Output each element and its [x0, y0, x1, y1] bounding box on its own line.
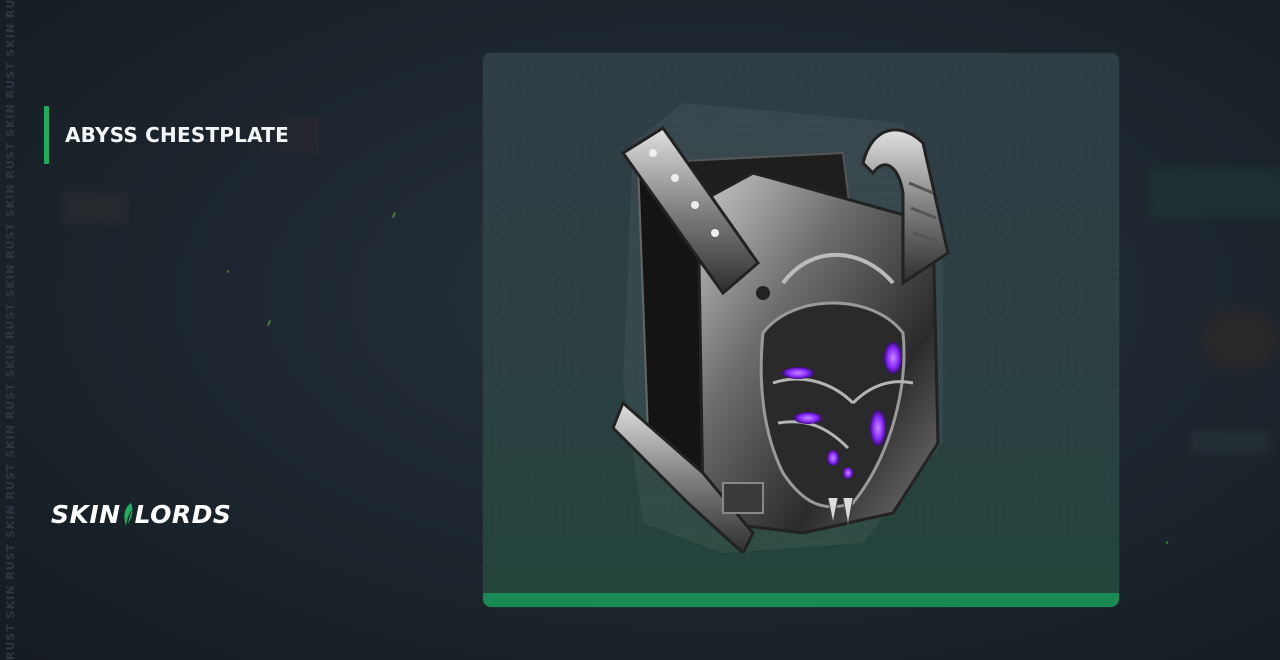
background-blur — [1200, 310, 1280, 370]
background-blur — [1148, 168, 1280, 218]
decor-speck — [266, 319, 272, 327]
chestplate-armor-icon — [611, 103, 950, 553]
leaf-icon — [124, 502, 133, 526]
blurred-badge — [64, 192, 128, 224]
background-blur — [1190, 430, 1270, 454]
side-watermark: RUST SKIN RUST SKIN RUST SKIN RUST SKIN … — [4, 0, 17, 660]
item-preview-card — [483, 53, 1119, 607]
accent-bar — [44, 106, 49, 164]
decor-speck — [226, 269, 230, 274]
card-rarity-bar — [483, 593, 1119, 607]
brand-logo-left: SKIN — [51, 500, 121, 529]
brand-logo-right: LORDS — [134, 500, 232, 529]
decor-speck — [1165, 540, 1169, 545]
decor-speck — [391, 211, 397, 219]
item-title: ABYSS CHESTPLATE — [65, 117, 319, 153]
item-header: ABYSS CHESTPLATE — [44, 106, 319, 164]
brand-logo: SKIN LORDS — [51, 500, 231, 529]
